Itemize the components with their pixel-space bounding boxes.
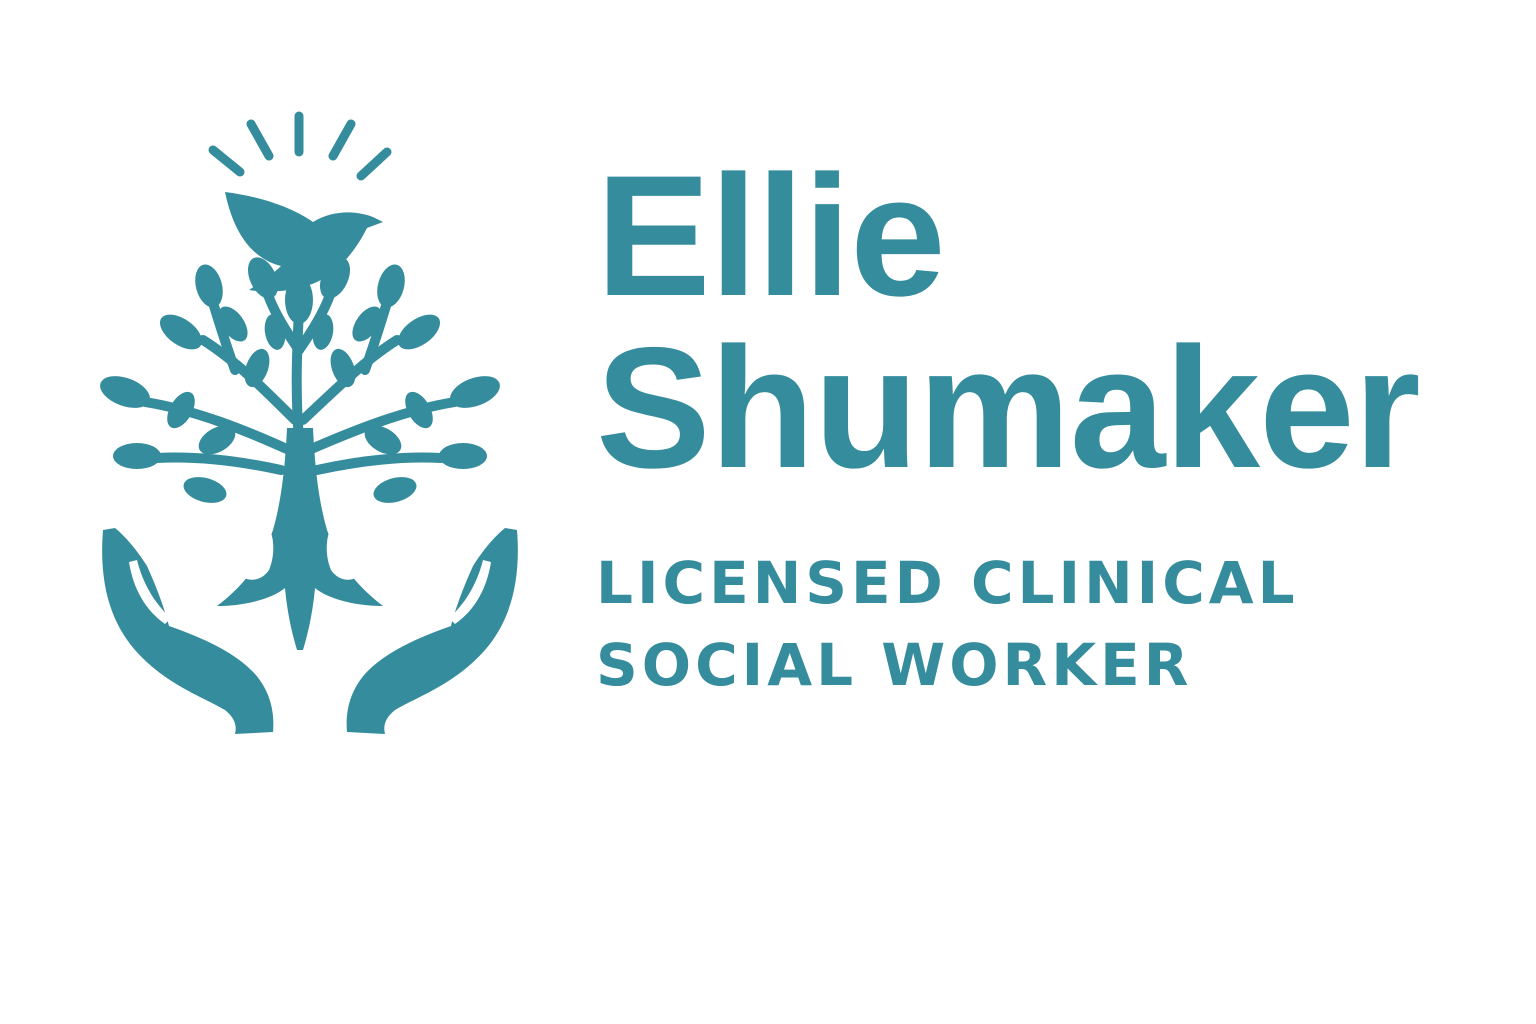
last-name: Shumaker (596, 312, 1421, 504)
trunk-hollow-right (326, 522, 369, 580)
tagline: LICENSED CLINICAL SOCIAL WORKER (596, 542, 1526, 706)
trunk-hollow-left (231, 522, 274, 580)
wordmark: Ellie Shumaker LICENSED CLINICAL SOCIAL … (596, 150, 1526, 706)
right-hand (346, 528, 518, 734)
sun-rays (208, 111, 392, 181)
dove (225, 192, 383, 292)
tree-in-hands-with-dove-icon (100, 111, 518, 734)
tagline-line-2: SOCIAL WORKER (596, 631, 1193, 699)
first-name: Ellie (596, 140, 946, 332)
tagline-line-1: LICENSED CLINICAL (596, 549, 1299, 617)
